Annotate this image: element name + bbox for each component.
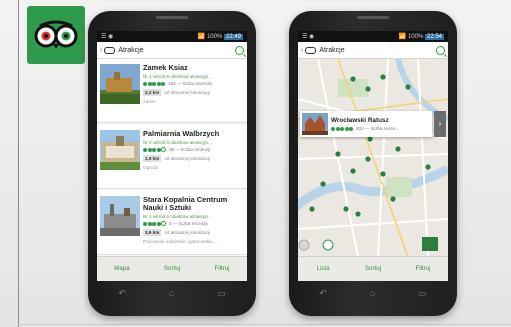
map-button[interactable]: Mapa (97, 257, 147, 281)
popup-review-count: 203 — liczba recen... (355, 126, 400, 131)
chevron-right-icon[interactable]: › (434, 111, 446, 137)
filter-button[interactable]: Filtruj (197, 257, 247, 281)
tripadvisor-owl-icon (34, 20, 78, 49)
owl-icon (305, 46, 317, 54)
page-title: Atrakcje (319, 46, 345, 54)
rating-row: 5 — liczba recenzji (143, 221, 245, 226)
sort-button[interactable]: Sortuj (348, 257, 398, 281)
list-item[interactable]: Palmiarnia Walbrzych Nr 2 wśród 6 obiekt… (97, 125, 247, 189)
signal-battery: 📶 100% (398, 34, 424, 40)
divider-bottom (18, 324, 511, 325)
distance-row: 2,3 km od aktualnej lokalizacji (143, 89, 245, 96)
popup-title[interactable]: Wrocławski Ratusz (331, 117, 399, 124)
popup-rating: 203 — liczba recen... (331, 126, 399, 131)
status-bar: ☰ ◉ 📶 100% 22:49 (97, 31, 247, 42)
back-arrow-icon[interactable]: ‹ (301, 47, 303, 54)
distance-row: 3,9 km od aktualnej lokalizacji (143, 229, 245, 236)
ranking: Nr 1 wśród 6 obiektów atrakcyjn... (143, 214, 212, 219)
review-count: 5 — liczba recenzji (168, 221, 208, 226)
page-title: Atrakcje (118, 46, 144, 54)
town-hall-photo (302, 113, 328, 135)
phone-map-view: ☰ ◉ 📶 100% 22:54 ‹ Atrakcje Wrocławski R… (289, 11, 457, 316)
tripadvisor-logo (27, 6, 85, 64)
distance-row: 1,9 km od aktualnej lokalizacji (143, 155, 245, 162)
list-item[interactable]: Stara Kopalnia Centrum Nauki i Sztuki Nr… (97, 191, 247, 255)
search-bar[interactable]: ‹ Atrakcje (298, 42, 448, 59)
review-count: 36 — liczba recenzji (168, 147, 211, 152)
rating-row: 160 — liczba recenzji (143, 81, 245, 86)
distance-note: od aktualnej lokalizacji (164, 230, 211, 235)
category: Pracownie malarskie i garncarskie,... (143, 239, 218, 244)
back-arrow-icon[interactable]: ‹ (100, 47, 102, 54)
map-canvas[interactable] (298, 59, 448, 257)
notification-icons: ☰ ◉ (101, 34, 114, 40)
attraction-list[interactable]: Zamek Ksiaz Nr 1 wśród 6 obiektów atrakc… (97, 59, 247, 256)
mine-photo (100, 196, 140, 236)
divider (18, 0, 19, 327)
filter-button[interactable]: Filtruj (398, 257, 448, 281)
speaker-grille (156, 16, 188, 19)
attraction-name[interactable]: Zamek Ksiaz (143, 64, 245, 72)
category: Zamki (143, 99, 156, 104)
screen: ☰ ◉ 📶 100% 22:54 ‹ Atrakcje Wrocławski R… (298, 31, 448, 281)
status-bar: ☰ ◉ 📶 100% 22:54 (298, 31, 448, 42)
bottom-action-bar: Lista Sortuj Filtruj (298, 256, 448, 281)
review-count: 160 — liczba recenzji (167, 81, 212, 86)
android-nav-bar: ↶ ⌂ ▭ (97, 283, 247, 303)
distance-note: od aktualnej lokalizacji (164, 156, 211, 161)
search-icon[interactable] (436, 45, 445, 55)
distance-badge: 3,9 km (143, 229, 162, 236)
bottom-action-bar: Mapa Sortuj Filtruj (97, 256, 247, 281)
search-bar[interactable]: ‹ Atrakcje (97, 42, 247, 59)
home-key-icon[interactable]: ⌂ (169, 288, 174, 298)
rating-row: 36 — liczba recenzji (143, 147, 245, 152)
recents-key-icon[interactable]: ▭ (217, 288, 226, 299)
distance-badge: 2,3 km (143, 89, 162, 96)
back-key-icon[interactable]: ↶ (118, 288, 126, 299)
list-button[interactable]: Lista (298, 257, 348, 281)
screen: ☰ ◉ 📶 100% 22:49 ‹ Atrakcje Zamek Ksiaz (97, 31, 247, 281)
map-view[interactable]: Wrocławski Ratusz 203 — liczba recen... … (298, 59, 448, 257)
signal-battery: 📶 100% (197, 34, 223, 40)
map-popup[interactable]: Wrocławski Ratusz 203 — liczba recen... (300, 111, 432, 137)
clock: 22:49 (223, 34, 243, 40)
notification-icons: ☰ ◉ (302, 34, 315, 40)
distance-badge: 1,9 km (143, 155, 162, 162)
ranking: Nr 2 wśród 6 obiektów atrakcyjn... (143, 140, 212, 145)
search-icon[interactable] (235, 45, 244, 55)
back-key-icon[interactable]: ↶ (319, 288, 327, 299)
home-key-icon[interactable]: ⌂ (370, 288, 375, 298)
sort-button[interactable]: Sortuj (147, 257, 197, 281)
attraction-name[interactable]: Stara Kopalnia Centrum Nauki i Sztuki (143, 196, 245, 212)
castle-photo (100, 64, 140, 104)
recents-key-icon[interactable]: ▭ (418, 288, 427, 299)
list-item[interactable]: Zamek Ksiaz Nr 1 wśród 6 obiektów atrakc… (97, 59, 247, 123)
owl-icon (104, 46, 116, 54)
clock: 22:54 (424, 34, 444, 40)
speaker-grille (357, 16, 389, 19)
distance-note: od aktualnej lokalizacji (164, 90, 211, 95)
android-nav-bar: ↶ ⌂ ▭ (298, 283, 448, 303)
attraction-name[interactable]: Palmiarnia Walbrzych (143, 130, 245, 138)
palm-house-photo (100, 130, 140, 170)
category: Ogrody (143, 165, 159, 170)
phone-list-view: ☰ ◉ 📶 100% 22:49 ‹ Atrakcje Zamek Ksiaz (88, 11, 256, 316)
ranking: Nr 1 wśród 6 obiektów atrakcyjn... (143, 74, 212, 79)
